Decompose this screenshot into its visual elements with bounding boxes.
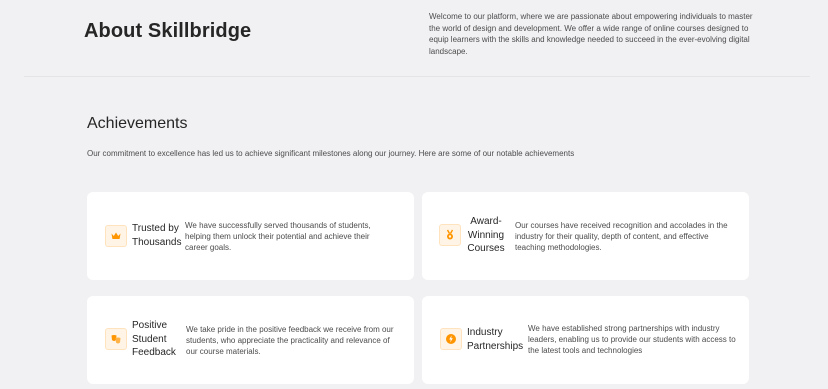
page-title: About Skillbridge [84, 20, 252, 42]
achievements-title: Achievements [87, 115, 188, 132]
achievement-card: Award-Winning Courses Our courses have r… [422, 192, 749, 280]
achievement-card: Positive Student Feedback We take pride … [87, 296, 414, 384]
lightning-icon [440, 328, 462, 350]
card-title: Positive Student Feedback [132, 320, 176, 358]
card-title: Award-Winning Courses [467, 216, 505, 254]
masks-icon [105, 328, 127, 350]
crown-icon [105, 225, 127, 247]
card-description: We take pride in the positive feedback w… [186, 325, 394, 356]
card-title: Industry Partnerships [467, 327, 524, 352]
medal-icon [439, 224, 461, 246]
intro-text: Welcome to our platform, where we are pa… [429, 12, 753, 56]
achievements-subtitle: Our commitment to excellence has led us … [87, 149, 575, 158]
card-description: We have successfully served thousands of… [185, 221, 371, 252]
card-description: We have established strong partnerships … [528, 324, 736, 355]
achievement-card: Trusted by Thousands We have successfull… [87, 192, 414, 280]
card-title: Trusted by Thousands [132, 223, 182, 248]
card-description: Our courses have received recognition an… [515, 221, 728, 252]
divider [24, 76, 810, 77]
achievement-card: Industry Partnerships We have establishe… [422, 296, 749, 384]
